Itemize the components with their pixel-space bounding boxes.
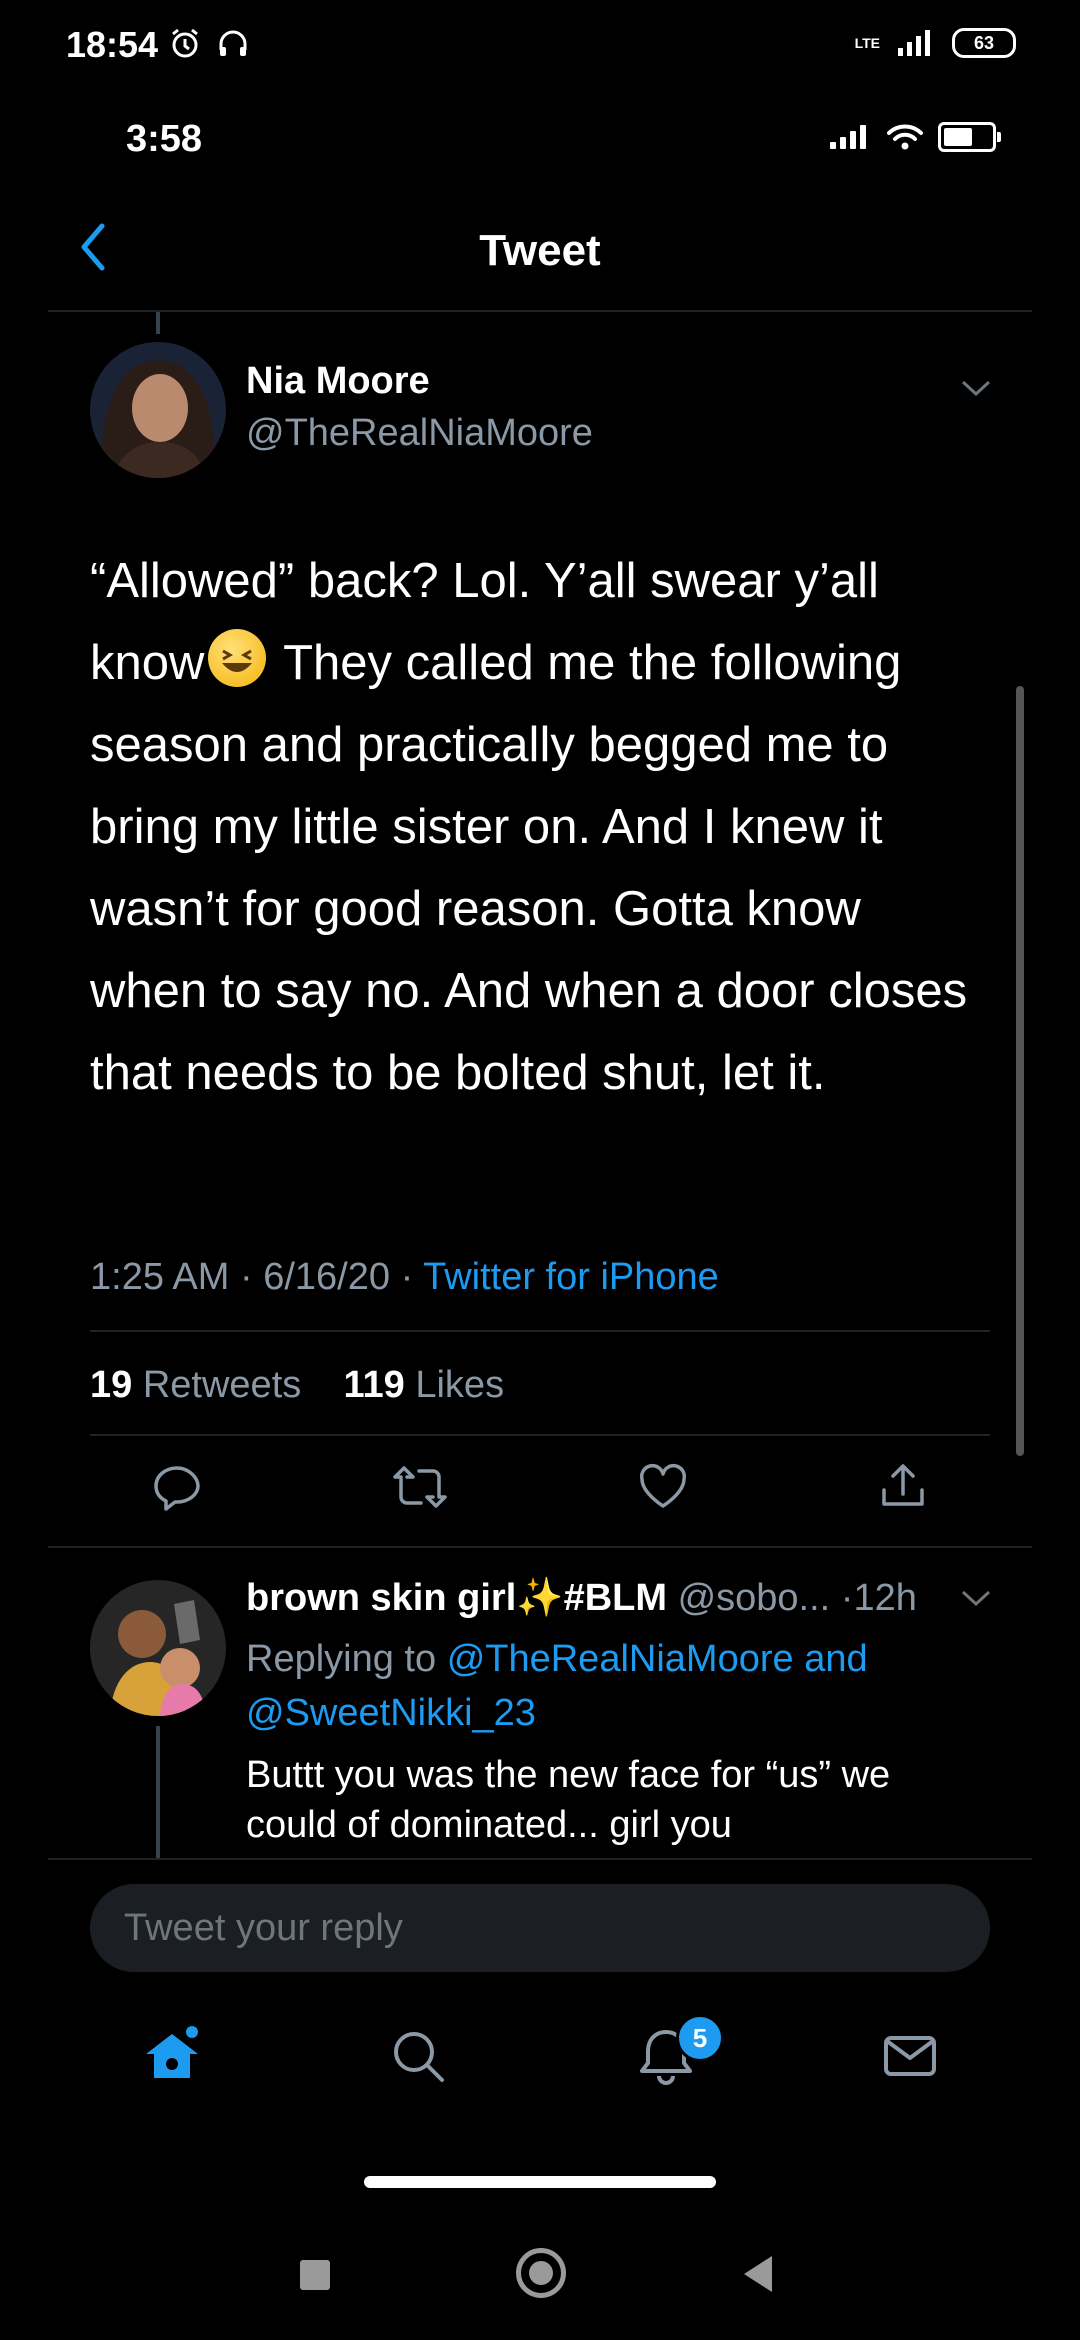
- author-name[interactable]: Nia Moore: [246, 360, 430, 403]
- tweet-meta: 1:25 AM · 6/16/20 · Twitter for iPhone: [90, 1256, 719, 1299]
- author-avatar-image: [90, 342, 226, 478]
- ios-signal-icon: [830, 125, 866, 149]
- tweet-menu-chevron-icon[interactable]: [960, 378, 992, 398]
- thread-line-top: [156, 312, 160, 334]
- notification-badge: 5: [676, 2014, 724, 2062]
- counts-divider: [90, 1434, 990, 1436]
- tweet-date: 6/16/20: [263, 1256, 390, 1298]
- cell-signal-icon: [898, 30, 930, 56]
- ios-status-right: [828, 122, 1001, 152]
- tweet-text: “Allowed” back? Lol. Y’all swear y’all k…: [90, 540, 990, 1114]
- reply-icon[interactable]: [150, 1460, 204, 1514]
- replying-to-link-2[interactable]: @SweetNikki_23: [246, 1692, 536, 1734]
- back-button-icon[interactable]: [740, 2254, 776, 2294]
- messages-icon[interactable]: [878, 2024, 942, 2088]
- reply-separator: ·: [840, 1577, 854, 1619]
- home-button[interactable]: [516, 2248, 566, 2298]
- headphones-icon: [219, 30, 247, 56]
- reply-menu-chevron-icon[interactable]: [960, 1588, 992, 1608]
- author-handle[interactable]: @TheRealNiaMoore: [246, 412, 593, 455]
- page-title: Tweet: [479, 226, 601, 275]
- reply-author-avatar[interactable]: [90, 1580, 226, 1716]
- reply-text: Buttt you was the new face for “us” we c…: [246, 1754, 891, 1846]
- replying-to-link-1[interactable]: @TheRealNiaMoore: [447, 1638, 794, 1680]
- ios-clock: 3:58: [126, 118, 203, 160]
- system-status-right: LTE 63: [855, 28, 1016, 58]
- tweet-time: 1:25 AM: [90, 1256, 230, 1298]
- meta-separator: ·: [400, 1256, 414, 1298]
- home-icon[interactable]: [140, 2024, 204, 2088]
- retweets-label: Retweets: [142, 1364, 302, 1406]
- retweet-count: 19: [90, 1364, 133, 1406]
- tweet-actions: [90, 1460, 990, 1514]
- battery-level: 63: [973, 32, 995, 53]
- likes-link[interactable]: 119 Likes: [343, 1364, 504, 1406]
- replying-prefix: Replying to: [246, 1638, 437, 1680]
- search-icon[interactable]: [386, 2024, 450, 2088]
- header-divider: [48, 310, 1032, 312]
- network-type: LTE: [854, 35, 880, 51]
- like-icon[interactable]: [636, 1460, 690, 1514]
- reply-author-handle[interactable]: @sobo...: [678, 1577, 831, 1619]
- battery-indicator: 63: [952, 28, 1016, 58]
- replying-to: Replying to @TheRealNiaMoore and @SweetN…: [246, 1632, 986, 1740]
- retweet-icon[interactable]: [390, 1460, 450, 1514]
- alarm-icon: [172, 28, 198, 58]
- recents-button[interactable]: [300, 2260, 330, 2290]
- retweets-link[interactable]: 19 Retweets: [90, 1364, 301, 1406]
- author-avatar[interactable]: [90, 342, 226, 478]
- engagement-counts: 19 Retweets 119 Likes: [90, 1364, 504, 1407]
- wifi-icon: [887, 124, 923, 150]
- share-icon[interactable]: [876, 1460, 930, 1514]
- ios-battery-icon: [938, 122, 1001, 152]
- scrollbar[interactable]: [1016, 686, 1024, 1456]
- laughing-face-emoji-icon: [208, 629, 267, 687]
- reply-age: 12h: [853, 1577, 917, 1619]
- replying-and: and: [804, 1638, 868, 1680]
- composer-divider: [48, 1858, 1032, 1860]
- reply-header: brown skin girl✨#BLM @sobo... ·12h: [246, 1576, 917, 1620]
- like-count: 119: [343, 1364, 405, 1406]
- reply-composer-input[interactable]: Tweet your reply: [90, 1884, 990, 1972]
- meta-divider: [90, 1330, 990, 1332]
- tweet-bottom-divider: [48, 1546, 1032, 1548]
- home-indicator[interactable]: [364, 2176, 716, 2188]
- likes-label: Likes: [415, 1364, 505, 1406]
- thread-line-bottom: [156, 1726, 160, 1860]
- tweet-text-part2: They called me the following season and …: [90, 636, 968, 1100]
- reply-author-name[interactable]: brown skin girl✨#BLM: [246, 1577, 667, 1619]
- reply-avatar-image: [90, 1580, 226, 1716]
- system-clock: 18:54: [66, 24, 159, 65]
- meta-separator: ·: [239, 1256, 253, 1298]
- system-indicators: [168, 26, 250, 60]
- tweet-source-link[interactable]: Twitter for iPhone: [423, 1256, 719, 1298]
